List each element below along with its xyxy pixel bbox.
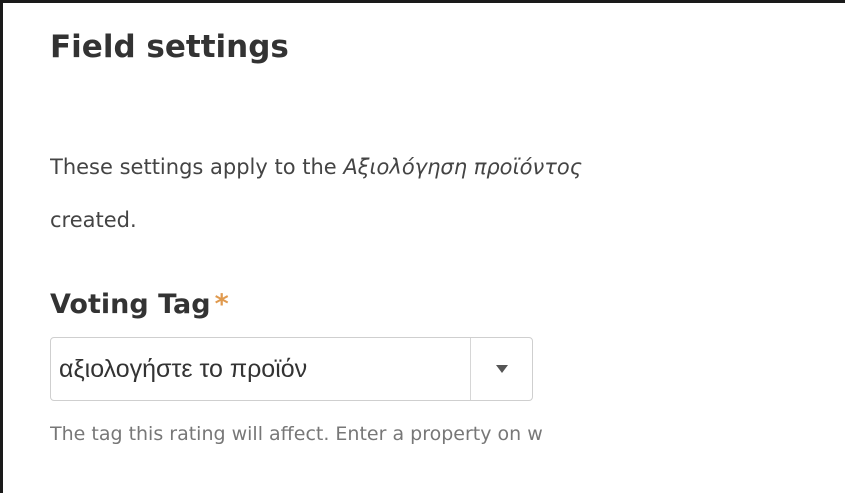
voting-tag-label: Voting Tag * bbox=[50, 289, 229, 320]
voting-tag-select[interactable]: αξιολογήστε το προϊόν bbox=[50, 337, 533, 401]
settings-panel: Field settings These settings apply to t… bbox=[0, 0, 845, 493]
entity-name: Αξιολόγηση προϊόντος bbox=[343, 155, 583, 179]
description-text-end: created. bbox=[50, 208, 137, 232]
chevron-down-icon bbox=[495, 365, 508, 373]
voting-tag-selected-value: αξιολογήστε το προϊόν bbox=[59, 354, 308, 383]
dropdown-toggle[interactable] bbox=[471, 338, 532, 400]
section-title: Field settings bbox=[50, 29, 289, 65]
required-marker: * bbox=[214, 289, 229, 320]
voting-tag-help-text: The tag this rating will affect. Enter a… bbox=[50, 423, 543, 445]
description-text: These settings apply to the bbox=[50, 155, 344, 179]
voting-tag-label-text: Voting Tag bbox=[50, 289, 211, 320]
settings-description: These settings apply to the Αξιολόγηση π… bbox=[50, 141, 840, 247]
